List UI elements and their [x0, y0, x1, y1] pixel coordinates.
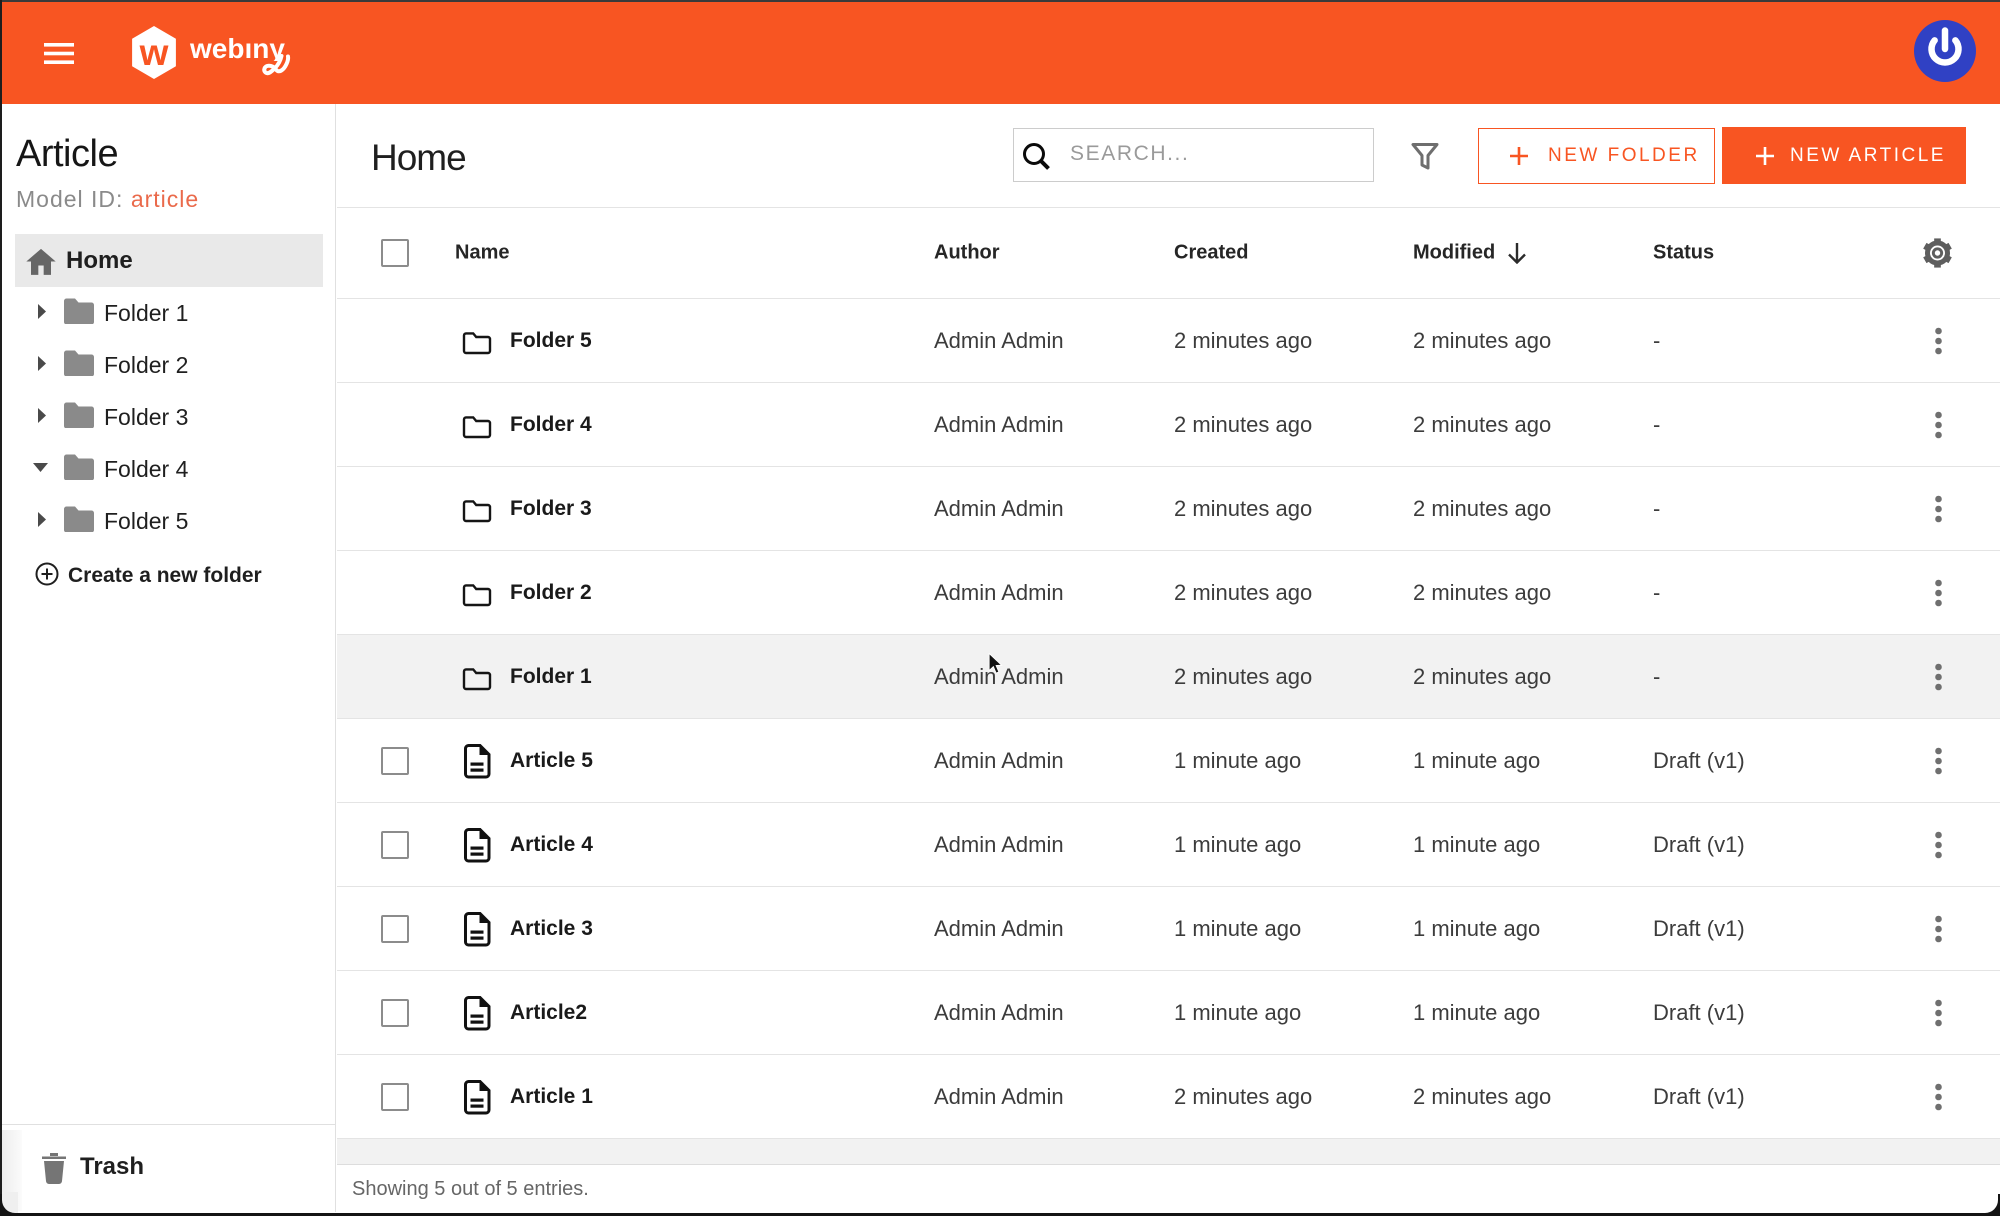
svg-text:w: w — [139, 32, 169, 73]
